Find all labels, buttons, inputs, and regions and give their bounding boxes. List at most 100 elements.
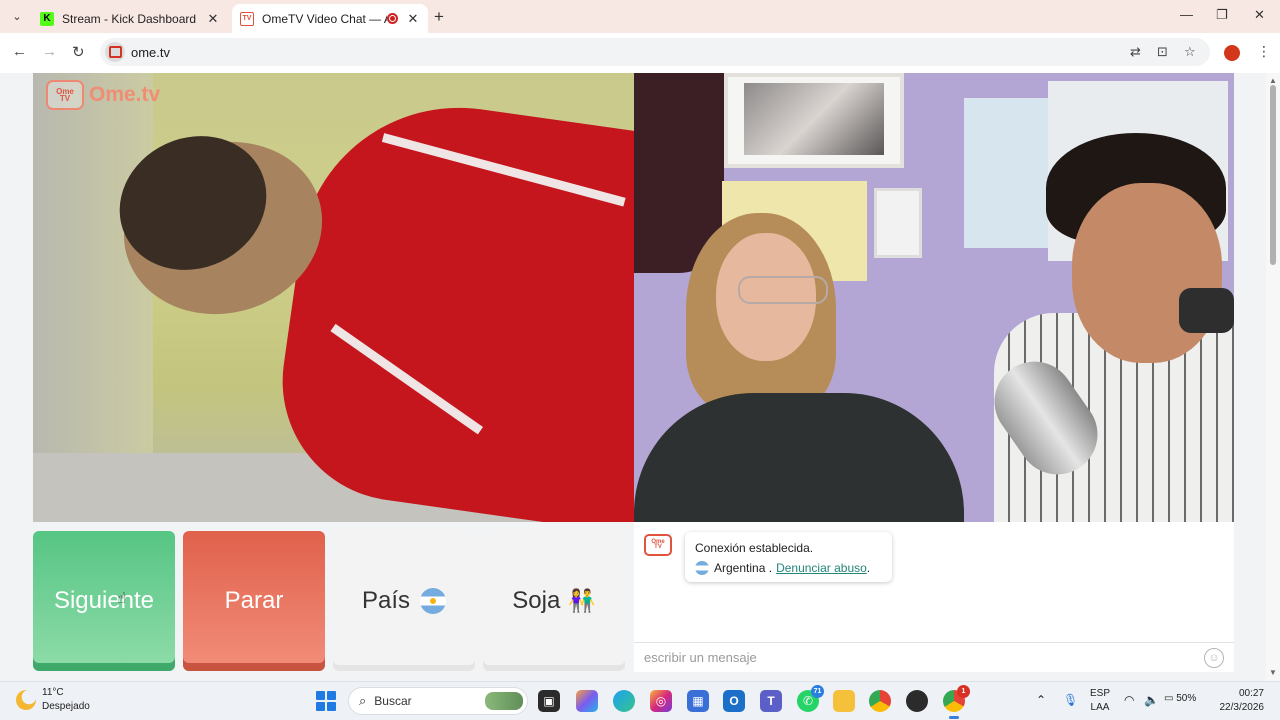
- folder-icon[interactable]: [833, 690, 855, 712]
- search-icon: ⌕: [359, 693, 367, 708]
- argentina-flag-icon: [420, 588, 447, 614]
- instagram-icon[interactable]: ◎: [650, 690, 672, 712]
- task-view-icon[interactable]: ▣: [538, 690, 560, 712]
- report-suffix: .: [866, 561, 871, 575]
- chrome-icon[interactable]: [869, 690, 891, 712]
- language-top: ESP: [1090, 688, 1111, 699]
- glasses: [738, 276, 828, 304]
- maximize-icon[interactable]: ❐: [1216, 7, 1228, 23]
- ometv-logo-icon: Ome TV: [46, 80, 84, 110]
- windows-taskbar: 11°C Despejado ⌕ Buscar ▣ ◎ ▦ O T ✆ 71 1 …: [0, 681, 1280, 720]
- url-text: ome.tv: [131, 45, 171, 60]
- weather-desc: Despejado: [42, 701, 90, 712]
- system-clock[interactable]: 00:27 22/3/2026: [1216, 687, 1265, 715]
- chrome-alt-icon[interactable]: 1: [943, 685, 970, 719]
- ometv-logo: Ome TV Ome.tv: [46, 80, 160, 110]
- teams-icon[interactable]: T: [760, 690, 782, 712]
- address-bar[interactable]: ome.tv: [100, 38, 1210, 66]
- tab-title: Stream - Kick Dashboard: [62, 11, 197, 26]
- separator-dot: .: [768, 561, 773, 575]
- stranger-video: [33, 73, 634, 522]
- weather-temp: 11°C: [42, 687, 64, 698]
- emoji-icon[interactable]: ☺: [1204, 648, 1224, 668]
- search-label: Buscar: [374, 694, 412, 708]
- forward-icon[interactable]: →: [42, 43, 57, 60]
- scroll-down-arrow-icon[interactable]: ▼: [1269, 668, 1277, 677]
- language-indicator[interactable]: ESP LAA: [1090, 687, 1110, 715]
- windows-start-icon[interactable]: [316, 691, 336, 711]
- back-icon[interactable]: ←: [12, 43, 27, 60]
- country-button-label: País: [361, 587, 411, 614]
- store-icon[interactable]: ▦: [687, 690, 709, 712]
- edge-icon[interactable]: [613, 690, 635, 712]
- logo-text: Ome.tv: [89, 83, 161, 106]
- clock-date: 22/3/2026: [1219, 702, 1265, 713]
- copilot-icon[interactable]: [576, 690, 598, 712]
- new-tab-button[interactable]: +: [434, 7, 444, 27]
- language-bottom: LAA: [1090, 702, 1110, 713]
- browser-tab-bar: ⌄ K Stream - Kick Dashboard ✕ TV OmeTV V…: [0, 0, 1280, 33]
- whatsapp-icon[interactable]: ✆ 71: [797, 685, 824, 712]
- translate-icon[interactable]: ⇄: [1130, 44, 1141, 60]
- notification-badge: 1: [957, 685, 970, 698]
- page-scrollbar[interactable]: ▲ ▼: [1266, 73, 1280, 681]
- scrollbar-thumb[interactable]: [1270, 85, 1276, 265]
- tab-search-chevron-icon[interactable]: ⌄: [8, 7, 26, 25]
- ometv-logo-icon: Ome TV: [644, 534, 672, 556]
- person-face: [1072, 183, 1222, 363]
- volume-icon[interactable]: 🔈: [1144, 693, 1159, 707]
- close-tab-icon[interactable]: ✕: [206, 11, 220, 27]
- close-tab-icon[interactable]: ✕: [406, 11, 420, 27]
- next-button-label: Siguiente: [53, 587, 155, 614]
- person-sweater: [634, 393, 964, 522]
- minimize-icon[interactable]: —: [1180, 7, 1193, 22]
- battery-indicator[interactable]: ▭ 50%: [1164, 693, 1196, 704]
- gender-filter-button[interactable]: Soja 👫: [483, 531, 625, 671]
- profile-avatar-icon[interactable]: [1224, 45, 1240, 61]
- battery-icon: ▭: [1164, 693, 1174, 704]
- taskbar-search[interactable]: ⌕ Buscar: [348, 687, 528, 715]
- tab-kick-dashboard[interactable]: K Stream - Kick Dashboard ✕: [32, 4, 228, 33]
- tab-ometv[interactable]: TV OmeTV Video Chat — Alte ✕: [232, 4, 428, 33]
- chat-input-bar: ☺: [634, 642, 1234, 672]
- connection-status-text: Conexión establecida.: [695, 541, 814, 555]
- country-filter-button[interactable]: País: [333, 531, 475, 671]
- search-highlight-image: [485, 692, 523, 710]
- weather-widget[interactable]: 11°C Despejado: [16, 686, 90, 714]
- ometv-icon: TV: [240, 11, 254, 26]
- chat-message-input[interactable]: [634, 643, 1194, 672]
- wall-picture: [724, 73, 904, 168]
- system-message: Conexión establecida. Argentina . Denunc…: [685, 532, 892, 582]
- recording-indicator-icon: [387, 13, 398, 24]
- show-hidden-icons-chevron[interactable]: ⌃: [1036, 693, 1046, 707]
- chat-panel: Ome TV Conexión establecida. Argentina . …: [634, 522, 1234, 672]
- stop-button[interactable]: Parar: [183, 531, 325, 671]
- notification-badge: 71: [811, 685, 824, 698]
- partner-country: Argentina: [714, 561, 766, 575]
- microphone-icon[interactable]: 🎙: [1063, 693, 1078, 707]
- moon-icon: [16, 690, 36, 710]
- report-abuse-link[interactable]: Denunciar abuso: [776, 558, 867, 578]
- wifi-icon[interactable]: ◠: [1124, 693, 1134, 707]
- browser-menu-icon[interactable]: ⋮: [1257, 43, 1271, 60]
- couple-icon: 👫: [568, 588, 596, 613]
- site-info-icon[interactable]: [105, 42, 125, 62]
- browser-toolbar: ← → ↻ ome.tv ⇄ ⊡ ☆ ⋮: [0, 33, 1280, 73]
- tab-title: OmeTV Video Chat — Alte: [262, 11, 387, 26]
- bookmark-star-icon[interactable]: ☆: [1184, 44, 1196, 60]
- next-button[interactable]: Siguiente: [33, 531, 175, 671]
- wall-map: [964, 98, 1049, 248]
- outlook-icon[interactable]: O: [723, 690, 745, 712]
- scroll-up-arrow-icon[interactable]: ▲: [1269, 76, 1277, 85]
- self-video: [634, 73, 1234, 522]
- clock-time: 00:27: [1238, 688, 1264, 699]
- stop-button-label: Parar: [224, 587, 284, 614]
- reload-icon[interactable]: ↻: [72, 43, 85, 61]
- gender-button-label: Soja: [512, 587, 561, 614]
- install-app-icon[interactable]: ⊡: [1157, 44, 1168, 60]
- microphone: [1179, 288, 1234, 333]
- battery-percent: 50%: [1176, 693, 1197, 704]
- close-window-icon[interactable]: ✕: [1254, 7, 1265, 23]
- wall-picture: [874, 188, 922, 258]
- obs-icon[interactable]: [906, 690, 928, 712]
